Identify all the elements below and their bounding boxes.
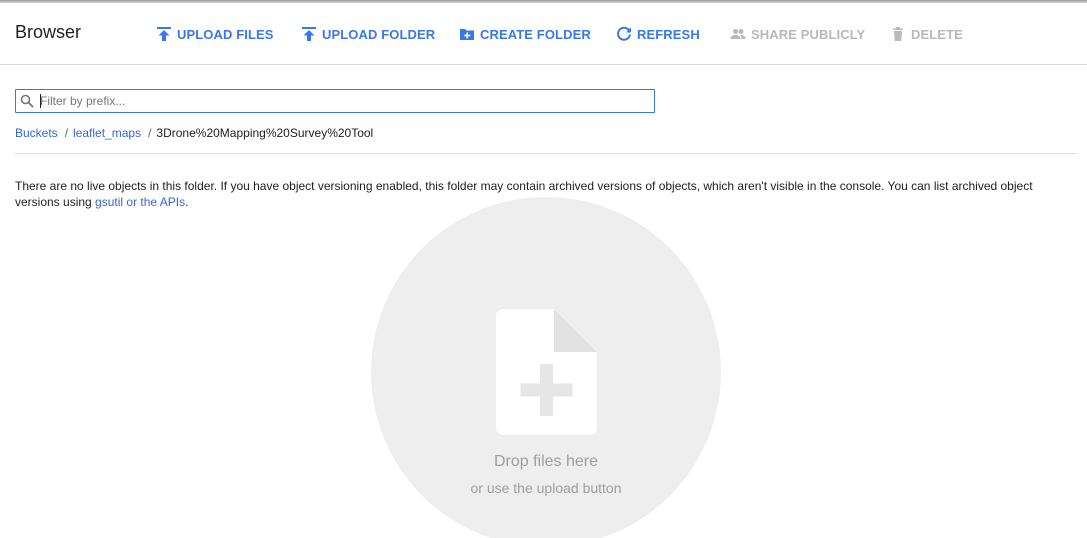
breadcrumb: Buckets / leaflet_maps / 3Drone%20Mappin…	[15, 126, 373, 140]
divider	[15, 153, 1077, 154]
share-publicly-button[interactable]: SHARE PUBLICLY	[730, 25, 865, 43]
upload-icon	[157, 27, 171, 41]
text-caret	[40, 94, 41, 108]
upload-folder-label: UPLOAD FOLDER	[322, 26, 436, 42]
notice-suffix: .	[185, 195, 189, 209]
refresh-label: REFRESH	[637, 26, 700, 42]
refresh-icon	[617, 26, 631, 41]
share-publicly-label: SHARE PUBLICLY	[751, 26, 866, 42]
refresh-button[interactable]: REFRESH	[616, 25, 700, 43]
breadcrumb-buckets-link[interactable]: Buckets	[15, 126, 58, 140]
breadcrumb-separator: /	[64, 126, 69, 140]
trash-icon	[893, 27, 903, 41]
filter-input[interactable]	[40, 91, 640, 111]
page-title: Browser	[15, 22, 82, 42]
upload-icon	[302, 27, 316, 41]
create-folder-icon	[460, 29, 474, 40]
upload-files-label: UPLOAD FILES	[177, 26, 274, 42]
breadcrumb-bucket-link[interactable]: leaflet_maps	[73, 126, 141, 140]
upload-files-button[interactable]: UPLOAD FILES	[156, 25, 274, 43]
create-folder-button[interactable]: CREATE FOLDER	[459, 25, 591, 43]
drop-files-title: Drop files here	[493, 453, 599, 470]
create-folder-label: CREATE FOLDER	[480, 26, 591, 42]
delete-button[interactable]: DELETE	[890, 25, 963, 43]
breadcrumb-separator: /	[148, 126, 152, 140]
header-bar: Browser UPLOAD FILES UPLOAD FOLDER CREAT…	[0, 3, 1087, 65]
upload-folder-button[interactable]: UPLOAD FOLDER	[301, 25, 435, 43]
breadcrumb-current-folder: 3Drone%20Mapping%20Survey%20Tool	[156, 126, 374, 140]
people-icon	[730, 29, 746, 39]
add-file-icon	[496, 309, 597, 435]
search-icon	[20, 94, 34, 108]
delete-label: DELETE	[911, 26, 963, 42]
drop-zone[interactable]: Drop files here or use the upload button	[371, 197, 721, 538]
gsutil-apis-link[interactable]: gsutil or the APIs	[95, 195, 185, 209]
drop-files-subtitle: or use the upload button	[470, 480, 622, 496]
filter-field[interactable]	[15, 89, 655, 113]
